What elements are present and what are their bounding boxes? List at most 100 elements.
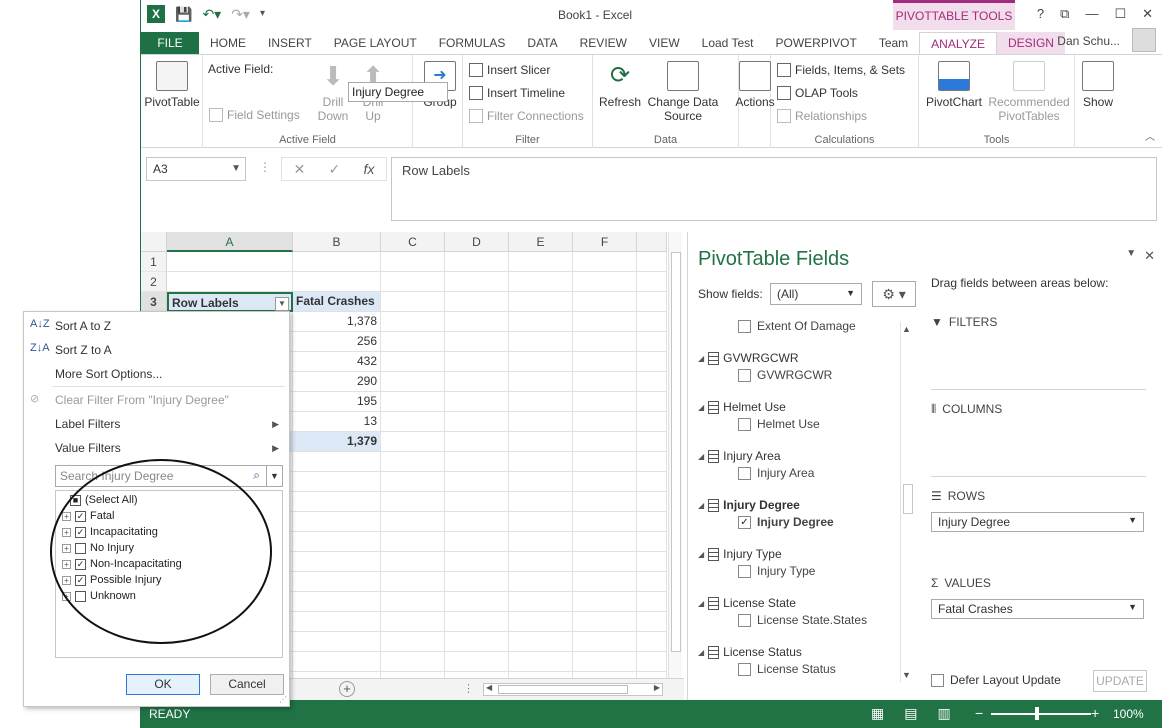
checked-checkbox[interactable]: ✓ (75, 510, 86, 522)
empty-cell[interactable] (573, 572, 637, 592)
field-group-head[interactable]: ◢ License State (698, 596, 796, 610)
expand-plus-icon[interactable]: + (62, 575, 71, 585)
unchecked-checkbox[interactable] (75, 590, 86, 602)
empty-cell[interactable] (637, 312, 667, 332)
empty-cell[interactable] (637, 512, 667, 532)
empty-cell[interactable] (293, 612, 381, 632)
empty-cell[interactable] (509, 512, 573, 532)
empty-cell[interactable] (445, 372, 509, 392)
scroll-right-icon[interactable]: ▶ (654, 683, 660, 692)
empty-cell[interactable] (445, 412, 509, 432)
field-item[interactable]: License Status (738, 662, 836, 676)
empty-cell[interactable] (573, 432, 637, 452)
sort-a-to-z-item[interactable]: Sort A to Z (55, 319, 111, 333)
filter-item-non-incapacitating[interactable]: + ✓ Non-Incapacitating (62, 558, 182, 570)
empty-cell[interactable] (509, 612, 573, 632)
column-header-f[interactable]: F (573, 232, 637, 252)
horizontal-scrollbar[interactable]: ◀ ▶ (483, 683, 663, 696)
empty-cell[interactable] (637, 392, 667, 412)
empty-cell[interactable] (293, 272, 381, 292)
tab-data[interactable]: DATA (516, 32, 568, 54)
empty-cell[interactable] (381, 452, 445, 472)
empty-cell[interactable] (509, 652, 573, 672)
tab-home[interactable]: HOME (199, 32, 257, 54)
empty-cell[interactable] (573, 512, 637, 532)
tab-powerpivot[interactable]: POWERPIVOT (764, 32, 867, 54)
collapse-triangle-icon[interactable]: ◢ (698, 354, 704, 363)
column-header-b[interactable]: B (293, 232, 381, 252)
tab-load-test[interactable]: Load Test (691, 32, 765, 54)
page-break-view-icon[interactable]: ▥ (937, 705, 950, 722)
column-header-g[interactable] (637, 232, 667, 252)
insert-function-icon[interactable]: fx (363, 161, 374, 177)
empty-cell[interactable] (509, 352, 573, 372)
customize-qat-icon[interactable]: ▾ (260, 5, 265, 23)
field-item[interactable]: ✓ Injury Degree (738, 515, 834, 529)
empty-cell[interactable] (445, 532, 509, 552)
clear-filter-item[interactable]: Clear Filter From "Injury Degree" (55, 393, 229, 407)
empty-cell[interactable] (293, 532, 381, 552)
filter-item-fatal[interactable]: + ✓ Fatal (62, 510, 114, 522)
empty-cell[interactable] (573, 352, 637, 372)
empty-cell[interactable] (445, 472, 509, 492)
empty-cell[interactable] (637, 472, 667, 492)
empty-cell[interactable] (293, 252, 381, 272)
user-name[interactable]: Dan Schu... (1057, 34, 1120, 48)
field-checkbox[interactable] (738, 613, 751, 627)
tab-page-layout[interactable]: PAGE LAYOUT (323, 32, 428, 54)
empty-cell[interactable] (573, 612, 637, 632)
field-group-head[interactable]: ◢ Injury Area (698, 449, 781, 463)
empty-cell[interactable] (381, 512, 445, 532)
filter-item-unknown[interactable]: + Unknown (62, 590, 136, 602)
scroll-down-icon[interactable]: ▼ (902, 670, 911, 680)
empty-cell[interactable] (381, 332, 445, 352)
expand-plus-icon[interactable]: + (62, 591, 71, 601)
collapse-triangle-icon[interactable]: ◢ (698, 452, 704, 461)
normal-view-icon[interactable]: ▦ (871, 705, 884, 722)
cell-b5[interactable]: 256 (293, 332, 381, 352)
empty-cell[interactable] (445, 352, 509, 372)
column-header-a[interactable]: A (167, 232, 293, 252)
enter-entry-icon[interactable]: ✓ (329, 161, 341, 178)
sort-z-to-a-item[interactable]: Sort Z to A (55, 343, 112, 357)
formula-input[interactable]: Row Labels (391, 157, 1157, 221)
filter-search-box[interactable]: Search Injury Degree ⌕ ▼ (55, 465, 283, 487)
fields-items-sets-button[interactable]: Fields, Items, & Sets (777, 63, 905, 77)
chevron-down-icon[interactable]: ▼ (1128, 602, 1137, 612)
empty-cell[interactable] (509, 292, 573, 312)
empty-cell[interactable] (573, 492, 637, 512)
scroll-up-icon[interactable]: ▲ (902, 324, 911, 334)
empty-cell[interactable] (509, 592, 573, 612)
empty-cell[interactable] (445, 332, 509, 352)
column-header-e[interactable]: E (509, 232, 573, 252)
empty-cell[interactable] (381, 492, 445, 512)
filter-item-incapacitating[interactable]: + ✓ Incapacitating (62, 526, 158, 538)
empty-cell[interactable] (445, 592, 509, 612)
cell-b9[interactable]: 13 (293, 412, 381, 432)
field-checkbox[interactable] (738, 368, 751, 382)
vertical-scrollbar[interactable] (668, 232, 682, 678)
field-group-head[interactable]: ◢ Helmet Use (698, 400, 786, 414)
field-settings-button[interactable]: Field Settings (209, 108, 300, 122)
zoom-slider[interactable] (991, 713, 1091, 715)
defer-layout-update[interactable]: Defer Layout Update (931, 673, 1061, 687)
columns-area[interactable]: ⦀ COLUMNS (931, 399, 1146, 477)
tab-formulas[interactable]: FORMULAS (428, 32, 517, 54)
empty-cell[interactable] (573, 392, 637, 412)
refresh-button[interactable]: ⟳ Refresh (597, 61, 643, 109)
field-checkbox[interactable] (738, 662, 751, 676)
cell-b8[interactable]: 195 (293, 392, 381, 412)
filters-area[interactable]: ▼ FILTERS (931, 312, 1146, 390)
collapse-triangle-icon[interactable]: ◢ (698, 648, 704, 657)
empty-cell[interactable] (445, 292, 509, 312)
empty-cell[interactable] (509, 372, 573, 392)
empty-cell[interactable] (637, 572, 667, 592)
help-button[interactable]: ? (1037, 6, 1044, 22)
tab-analyze[interactable]: ANALYZE (919, 32, 997, 54)
empty-cell[interactable] (637, 452, 667, 472)
empty-cell[interactable] (637, 332, 667, 352)
resize-grip-icon[interactable]: ⋰ (279, 695, 287, 704)
pane-close-icon[interactable]: ✕ (1144, 248, 1155, 264)
empty-cell[interactable] (509, 492, 573, 512)
page-layout-view-icon[interactable]: ▤ (904, 705, 917, 722)
